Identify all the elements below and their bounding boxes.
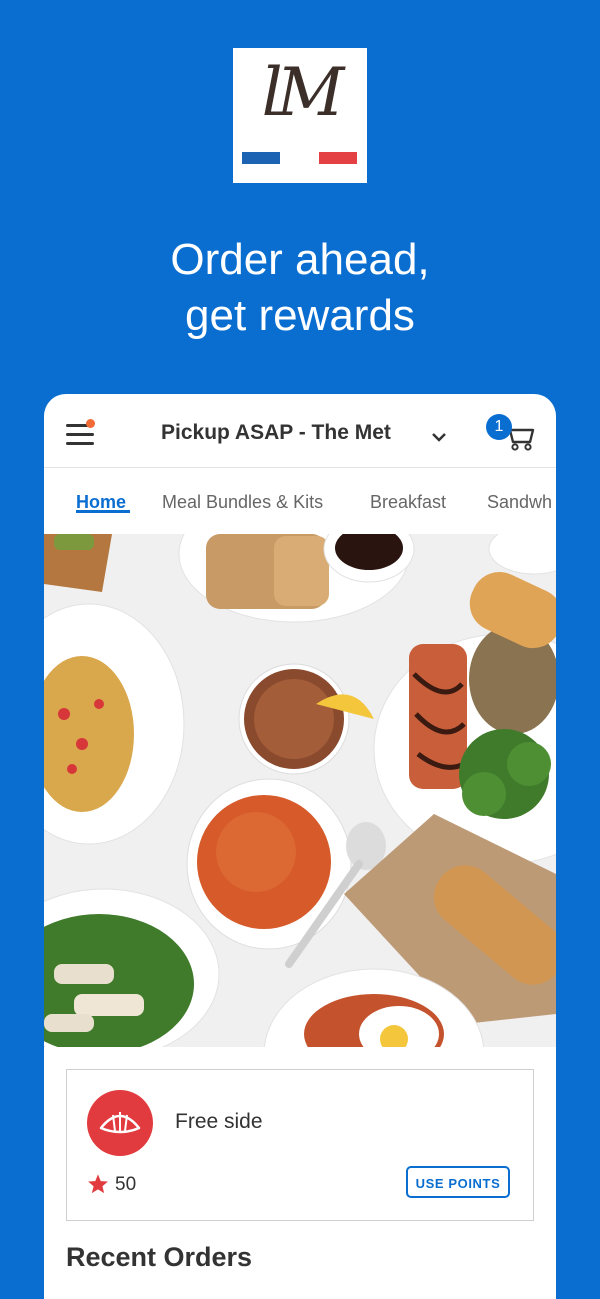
tab-sandwiches[interactable]: Sandwh <box>487 492 552 513</box>
notification-dot <box>86 419 95 428</box>
logo-red-bar <box>319 152 357 164</box>
active-tab-indicator <box>76 510 130 513</box>
reward-card[interactable]: Free side 50 USE POINTS <box>66 1069 534 1221</box>
app-promo-screen: lM Order ahead, get rewards Pickup ASAP … <box>0 0 600 1299</box>
star-icon <box>88 1174 108 1194</box>
use-points-button[interactable]: USE POINTS <box>406 1166 510 1198</box>
pickup-location-selector[interactable]: Pickup ASAP - The Met <box>161 421 391 445</box>
app-preview-card: Pickup ASAP - The Met 1 Home Meal Bundle… <box>44 394 556 1299</box>
headline-line-2: get rewards <box>185 291 415 340</box>
cart-count-badge: 1 <box>486 414 512 440</box>
logo-monogram: lM <box>261 54 345 131</box>
brand-logo: lM <box>233 48 367 183</box>
tab-breakfast[interactable]: Breakfast <box>370 492 446 513</box>
chevron-down-icon[interactable] <box>430 430 448 444</box>
app-header: Pickup ASAP - The Met 1 <box>44 394 556 468</box>
promo-headline: Order ahead, get rewards <box>0 232 600 344</box>
food-hero-image <box>44 534 556 1047</box>
reward-points: 50 <box>115 1174 137 1195</box>
reward-title: Free side <box>175 1110 263 1133</box>
headline-line-1: Order ahead, <box>170 235 430 284</box>
logo-blue-bar <box>242 152 280 164</box>
food-illustration <box>44 534 556 1047</box>
tab-meal-bundles[interactable]: Meal Bundles & Kits <box>162 492 323 513</box>
croissant-icon <box>87 1090 153 1156</box>
recent-orders-heading: Recent Orders <box>66 1242 253 1272</box>
category-tabs: Home Meal Bundles & Kits Breakfast Sandw… <box>44 468 556 534</box>
